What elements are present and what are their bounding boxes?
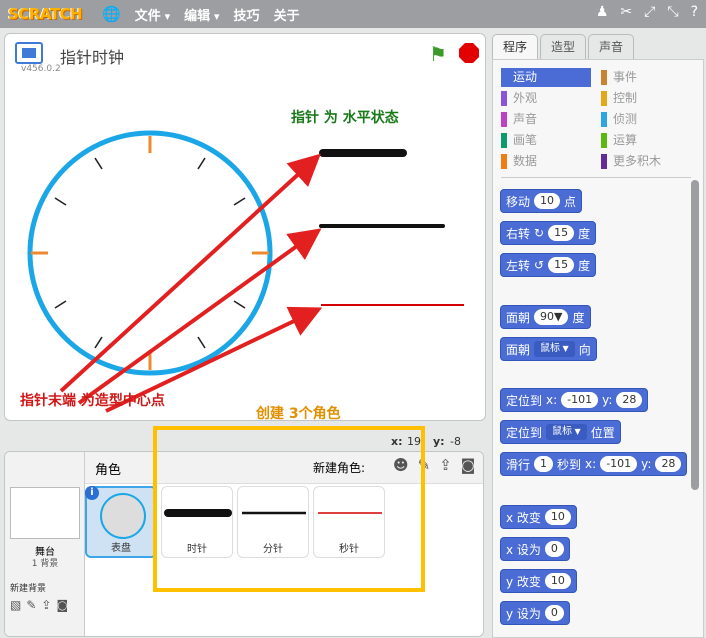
arrow-hour bbox=[59, 153, 321, 393]
editor-tabs: 程序 造型 声音 bbox=[492, 34, 634, 60]
grow-icon[interactable]: ⤢ bbox=[644, 4, 655, 20]
block-move[interactable]: 移动 10 点 bbox=[500, 189, 583, 213]
block-turn-left[interactable]: 左转 ↺ 15 度 bbox=[500, 253, 597, 277]
y-label: y: bbox=[433, 435, 445, 448]
category-events[interactable]: 事件 bbox=[601, 68, 691, 87]
stage-thumbnail[interactable] bbox=[10, 487, 80, 539]
duplicate-stamp-icon[interactable]: ♟ bbox=[596, 4, 609, 20]
stop-icon[interactable] bbox=[459, 43, 479, 63]
backdrop-count: 1 背景 bbox=[31, 559, 59, 569]
block-goto-target[interactable]: 定位到鼠标位置 bbox=[500, 420, 621, 444]
category-looks[interactable]: 外观 bbox=[501, 89, 591, 108]
cut-scissors-icon[interactable]: ✂ bbox=[620, 4, 632, 20]
stage-header: 指针时钟 v456.0.2 ⚑ bbox=[5, 34, 485, 76]
hour-ticks bbox=[54, 157, 246, 349]
category-sound[interactable]: 声音 bbox=[501, 110, 591, 129]
dial-thumbnail bbox=[100, 493, 146, 539]
category-list: 运动 事件 外观 控制 声音 侦测 画笔 运算 数据 更多积木 bbox=[501, 68, 691, 178]
stage-column: 舞台 1 背景 新建背景 ▧ ✎ ⇪ ◙ bbox=[5, 452, 85, 636]
block-change-x[interactable]: x 改变 10 bbox=[500, 505, 577, 529]
camera-backdrop-icon[interactable]: ◙ bbox=[56, 598, 68, 612]
block-goto-xy[interactable]: 定位到 x: -101 y: 28 bbox=[500, 388, 649, 412]
annotation-bottom: 创建 3个角色 bbox=[256, 406, 341, 422]
camera-sprite-icon[interactable]: ◙ bbox=[461, 456, 476, 474]
block-change-y[interactable]: y 改变 10 bbox=[500, 569, 577, 593]
block-set-x[interactable]: x 设为 0 bbox=[500, 537, 570, 561]
menu-file[interactable]: 文件 bbox=[135, 5, 170, 24]
block-point-direction[interactable]: 面朝 90▼ 度 bbox=[500, 305, 591, 329]
blocks-palette: 运动 事件 外观 控制 声音 侦测 画笔 运算 数据 更多积木 移动 10 点 右转… bbox=[492, 59, 704, 638]
category-motion[interactable]: 运动 bbox=[501, 68, 591, 87]
stage-panel: 指针时钟 v456.0.2 ⚑ 指针 为 水平状态 bbox=[4, 33, 486, 421]
rotate-left-icon: ↺ bbox=[534, 258, 545, 272]
green-flag-icon[interactable]: ⚑ bbox=[429, 42, 447, 66]
category-data[interactable]: 数据 bbox=[501, 152, 591, 171]
category-operators[interactable]: 运算 bbox=[601, 131, 691, 150]
backdrop-library-icon[interactable]: ▧ bbox=[10, 598, 21, 612]
upload-sprite-icon[interactable]: ⇪ bbox=[439, 456, 452, 474]
menu-tips[interactable]: 技巧 bbox=[234, 5, 260, 24]
palette-scrollbar[interactable] bbox=[691, 180, 699, 490]
sprite-name: 表盘 bbox=[111, 543, 131, 554]
menu-edit[interactable]: 编辑 bbox=[184, 5, 219, 24]
rotate-right-icon: ↻ bbox=[534, 226, 545, 240]
category-more-blocks[interactable]: 更多积木 bbox=[601, 152, 691, 171]
block-set-y[interactable]: y 设为 0 bbox=[500, 601, 570, 625]
presentation-mode-icon[interactable] bbox=[15, 42, 43, 64]
sprite-dial[interactable]: i 表盘 bbox=[85, 486, 157, 558]
shrink-icon[interactable]: ⤡ bbox=[667, 4, 678, 20]
stage-canvas[interactable]: 指针 为 水平状态 bbox=[9, 73, 469, 415]
annotation-left: 指针末端 为造型中心点 bbox=[20, 393, 165, 409]
new-backdrop-tools: ▧ ✎ ⇪ ◙ bbox=[10, 598, 68, 612]
toolbar: ♟ ✂ ⤢ ⤡ ? bbox=[596, 4, 698, 20]
tab-costumes[interactable]: 造型 bbox=[540, 34, 586, 60]
category-sensing[interactable]: 侦测 bbox=[601, 110, 691, 129]
block-turn-right[interactable]: 右转 ↻ 15 度 bbox=[500, 221, 597, 245]
menu-bar: SCRATCH 🌐 文件 编辑 技巧 关于 ♟ ✂ ⤢ ⤡ ? bbox=[0, 0, 706, 28]
category-control[interactable]: 控制 bbox=[601, 89, 691, 108]
stage-drawing bbox=[27, 130, 464, 413]
project-title[interactable]: 指针时钟 bbox=[60, 44, 124, 68]
highlight-box bbox=[153, 426, 425, 592]
help-icon[interactable]: ? bbox=[691, 4, 698, 20]
clock-ring bbox=[27, 130, 273, 376]
block-point-towards[interactable]: 面朝鼠标向 bbox=[500, 337, 597, 361]
menu-about[interactable]: 关于 bbox=[274, 5, 300, 24]
paint-backdrop-icon[interactable]: ✎ bbox=[26, 598, 36, 612]
new-backdrop-label: 新建背景 bbox=[10, 584, 47, 594]
globe-icon[interactable]: 🌐 bbox=[102, 5, 121, 23]
arrow-minute bbox=[77, 228, 322, 405]
tab-scripts[interactable]: 程序 bbox=[492, 34, 538, 60]
upload-backdrop-icon[interactable]: ⇪ bbox=[41, 598, 51, 612]
scratch-logo[interactable]: SCRATCH bbox=[8, 5, 83, 23]
annotation-top: 指针 为 水平状态 bbox=[291, 110, 399, 126]
tab-sounds[interactable]: 声音 bbox=[588, 34, 634, 60]
category-pen[interactable]: 画笔 bbox=[501, 131, 591, 150]
y-value: -8 bbox=[450, 435, 461, 448]
block-glide[interactable]: 滑行 1 秒到 x: -101 y: 28 bbox=[500, 452, 688, 476]
sprites-title: 角色 bbox=[95, 463, 122, 478]
